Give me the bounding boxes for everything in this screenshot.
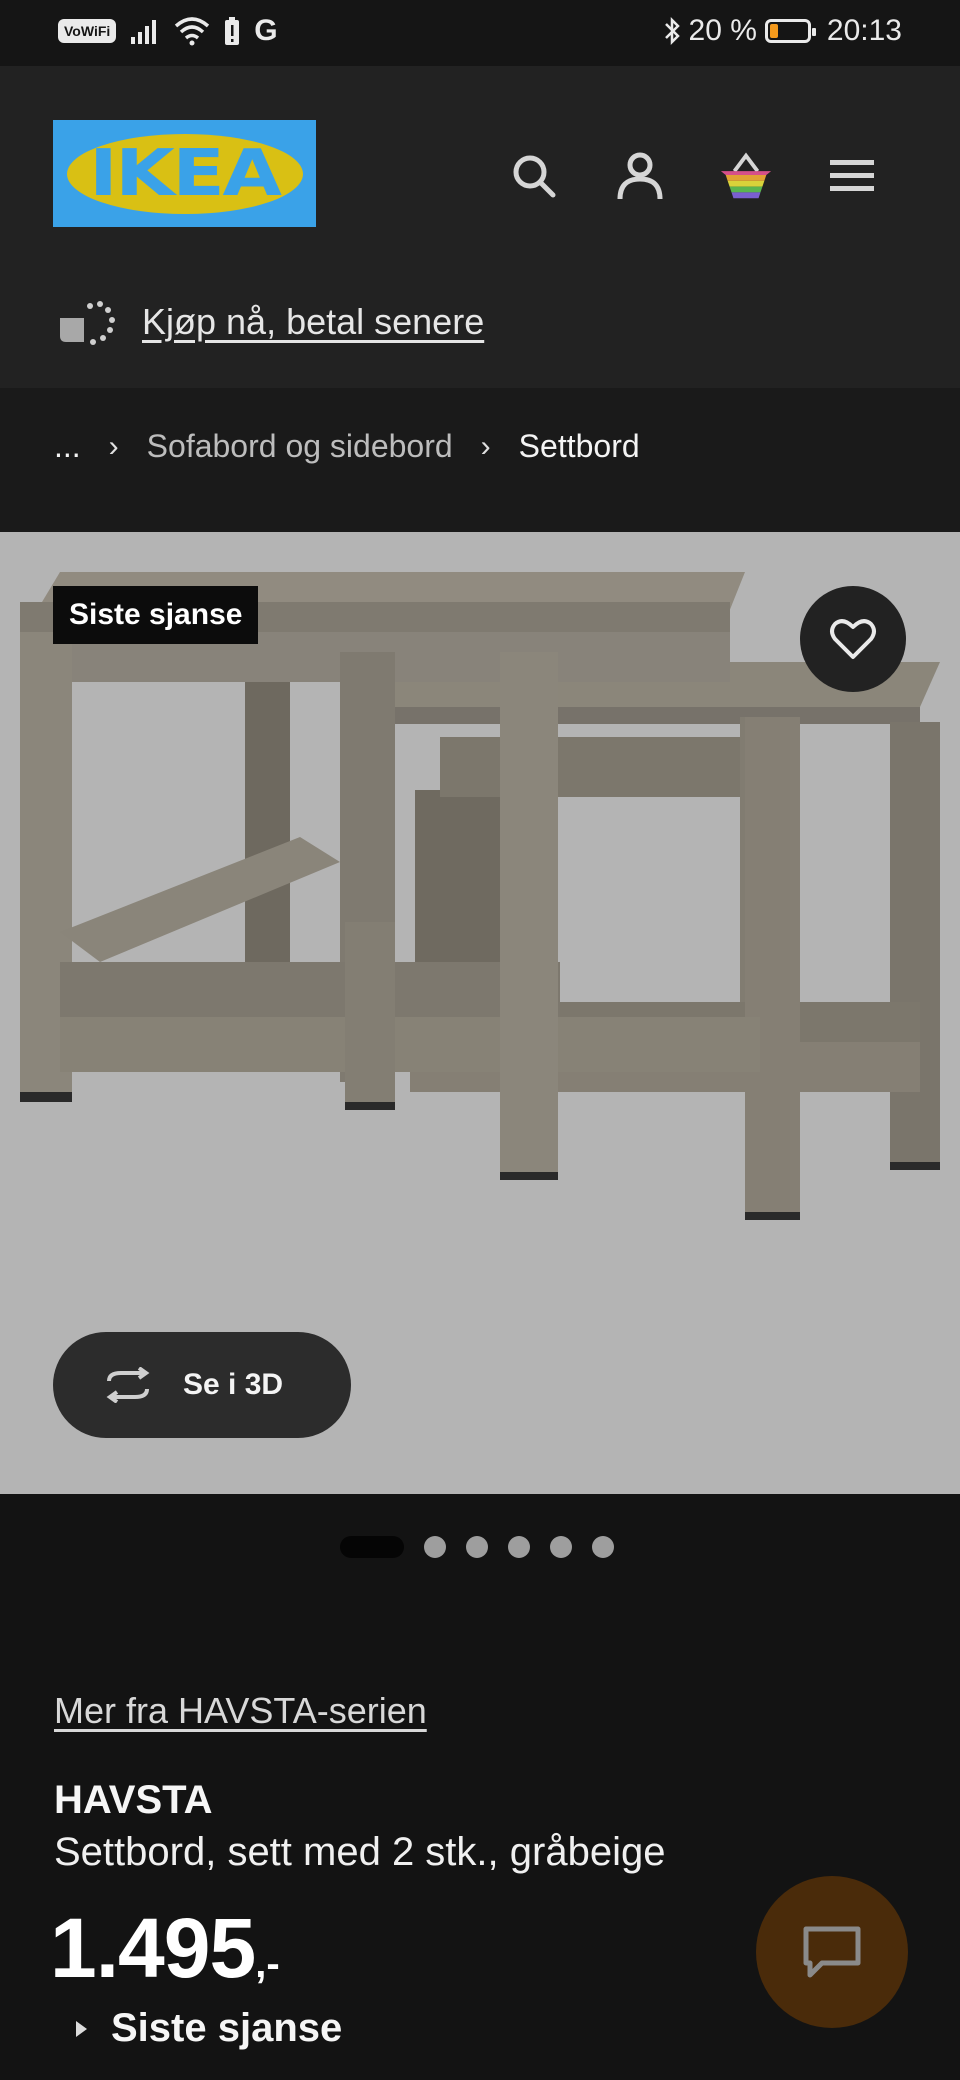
availability-text: Siste sjanse: [111, 2006, 343, 2050]
logo-text: IKEA: [89, 136, 282, 211]
clock: 20:13: [826, 14, 902, 47]
product-description: Settbord, sett med 2 stk., gråbeige: [54, 1830, 666, 1874]
vowifi-indicator: VoWiFi: [58, 19, 117, 43]
battery-alert-icon: [225, 17, 240, 45]
battery-percent: 20 %: [688, 14, 757, 47]
chevron-right-icon: ›: [108, 429, 119, 463]
favorite-button[interactable]: [800, 586, 906, 692]
carousel-dot-1[interactable]: [340, 1536, 404, 1558]
bnpl-link-text[interactable]: Kjøp nå, betal senere: [142, 301, 484, 343]
status-bar: VoWiFi G 20 % 20:13: [0, 0, 960, 66]
last-chance-badge: Siste sjanse: [53, 586, 259, 644]
view-in-3d-label: Se i 3D: [183, 1368, 284, 1401]
carousel-dot-3[interactable]: [466, 1536, 488, 1558]
user-icon: [617, 152, 663, 200]
breadcrumb-ellipsis[interactable]: ...: [54, 428, 81, 465]
caret-right-icon: [76, 2020, 87, 2037]
basket-button[interactable]: [718, 148, 774, 204]
product-price: 1.495 ,-: [50, 1900, 280, 1997]
series-link[interactable]: Mer fra HAVSTA-serien: [54, 1690, 427, 1732]
ikea-logo[interactable]: IKEA: [53, 120, 316, 227]
product-image-carousel[interactable]: Siste sjanse Se i 3D: [0, 532, 960, 1494]
wifi-icon: [175, 17, 210, 46]
signal-icon: [131, 20, 157, 44]
chevron-right-icon: ›: [480, 429, 491, 463]
buy-now-pay-later[interactable]: Kjøp nå, betal senere: [58, 298, 484, 346]
menu-icon: [830, 160, 874, 191]
price-value: 1.495: [50, 1901, 256, 1995]
search-icon: [513, 155, 556, 198]
logo-oval: IKEA: [66, 133, 303, 214]
breadcrumb-item-sofabord[interactable]: Sofabord og sidebord: [147, 428, 453, 465]
price-suffix: ,-: [255, 1942, 280, 1986]
search-button[interactable]: [506, 148, 562, 204]
chat-bubble-icon: [803, 1926, 861, 1978]
basket-icon: [720, 152, 772, 199]
breadcrumb: ... › Sofabord og sidebord › Settbord: [0, 388, 960, 532]
battery-icon: [764, 19, 816, 43]
carousel-dot-2[interactable]: [424, 1536, 446, 1558]
site-header: IKEA Kjøp nå, betal senere: [0, 66, 960, 388]
carousel-dot-4[interactable]: [508, 1536, 530, 1558]
view-in-3d-button[interactable]: Se i 3D: [53, 1332, 351, 1438]
availability-status[interactable]: Siste sjanse: [76, 2006, 342, 2051]
product-name: HAVSTA: [54, 1778, 213, 1822]
breadcrumb-item-current: Settbord: [518, 428, 640, 464]
hand-coins-icon: [60, 301, 115, 345]
account-button[interactable]: [612, 148, 668, 204]
carousel-dot-5[interactable]: [550, 1536, 572, 1558]
chat-button[interactable]: [756, 1876, 908, 2028]
heart-icon: [830, 619, 876, 659]
carousel-indicator: [340, 1536, 614, 1558]
bluetooth-icon: [664, 16, 680, 46]
google-indicator: G: [254, 14, 278, 47]
carousel-dot-6[interactable]: [592, 1536, 614, 1558]
menu-button[interactable]: [824, 148, 880, 204]
rotate-3d-icon: [106, 1367, 150, 1403]
